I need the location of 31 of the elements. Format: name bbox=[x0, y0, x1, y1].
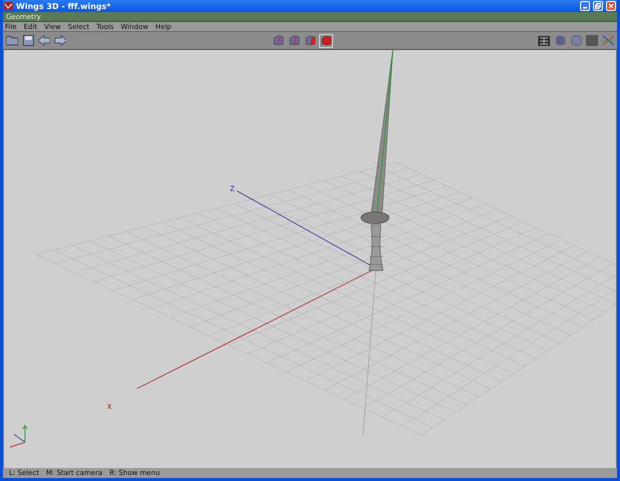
undo-button[interactable] bbox=[37, 34, 51, 48]
grid-icon bbox=[538, 36, 550, 46]
selection-mode-button[interactable] bbox=[287, 34, 301, 48]
face-mode-cube-icon bbox=[304, 35, 316, 46]
redo-button[interactable] bbox=[53, 34, 67, 48]
save-button[interactable] bbox=[21, 34, 35, 48]
restore-button[interactable] bbox=[593, 1, 603, 11]
close-icon bbox=[608, 3, 614, 9]
shaded-cube-icon bbox=[554, 35, 566, 46]
orientation-axes-icon bbox=[10, 424, 28, 448]
selection-mode-button[interactable] bbox=[303, 34, 317, 48]
left-arrow-icon bbox=[38, 35, 50, 46]
restore-icon bbox=[595, 3, 601, 9]
window-title: Wings 3D - fff.wings* bbox=[16, 2, 112, 10]
ground-plane-button[interactable] bbox=[585, 34, 599, 48]
selection-mode-button[interactable] bbox=[271, 34, 285, 48]
app-logo-icon bbox=[4, 2, 13, 10]
edge-mode-cube-icon bbox=[288, 35, 300, 46]
axes-icon bbox=[602, 35, 614, 46]
close-button[interactable] bbox=[606, 1, 616, 11]
body-mode-cube-icon bbox=[320, 35, 332, 46]
selection-mode-button[interactable] bbox=[319, 34, 333, 48]
cube-icon bbox=[570, 35, 582, 46]
folder-icon bbox=[6, 35, 18, 46]
minimize-button[interactable] bbox=[580, 1, 590, 11]
vertex-mode-cube-icon bbox=[272, 35, 284, 46]
wireframe-view-button[interactable] bbox=[537, 34, 551, 48]
show-axes-button[interactable] bbox=[601, 34, 615, 48]
flat-shading-button[interactable] bbox=[569, 34, 583, 48]
right-arrow-icon bbox=[54, 35, 66, 46]
open-button[interactable] bbox=[5, 34, 19, 48]
